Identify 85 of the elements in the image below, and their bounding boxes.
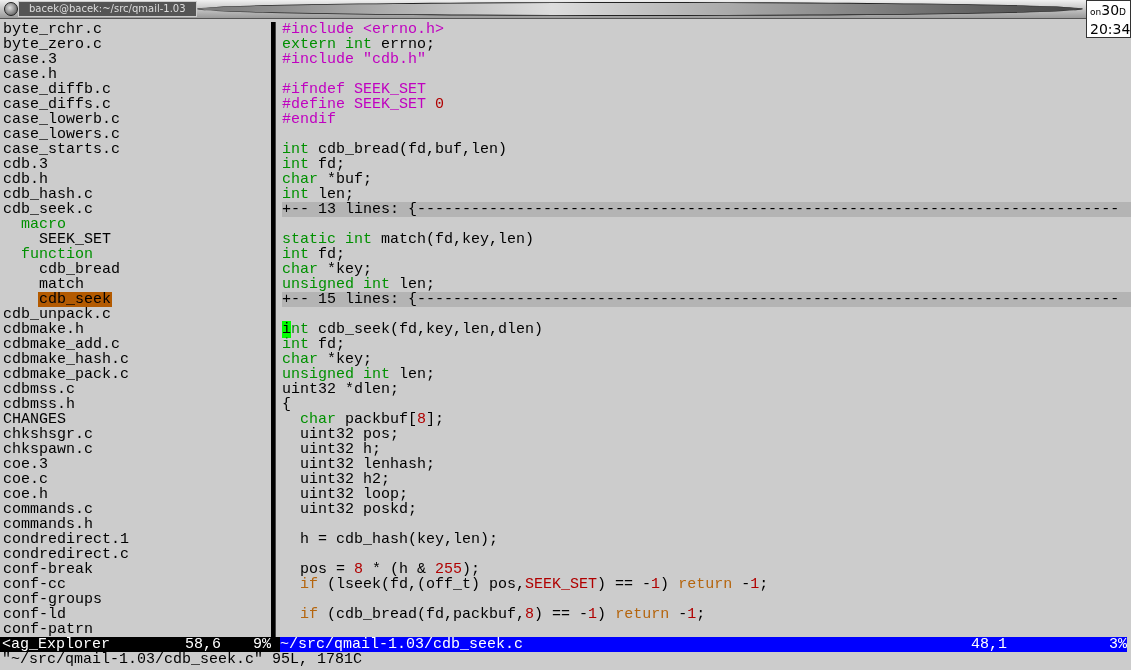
window-menu-icon[interactable] <box>4 2 18 16</box>
tree-item[interactable]: case_lowerb.c <box>2 112 122 127</box>
code-line: char *key; <box>282 262 373 277</box>
code-line: int fd; <box>282 157 346 172</box>
tree-item[interactable]: conf-groups <box>2 592 104 607</box>
tree-item[interactable]: match <box>38 277 85 292</box>
tree-item[interactable]: cdb_seek.c <box>2 202 94 217</box>
tree-item[interactable]: commands.h <box>2 517 94 532</box>
cursor-position: 48,1 <box>971 637 1007 652</box>
tree-item[interactable]: cdb_unpack.c <box>2 307 113 322</box>
tree-item[interactable]: cdbmss.c <box>2 382 76 397</box>
folded-lines[interactable]: +-- 13 lines: {------------------------------------------------------------------------------ <box>282 202 1131 217</box>
tree-item[interactable]: CHANGES <box>2 412 67 427</box>
tree-item[interactable]: cdbmss.h <box>2 397 76 412</box>
tree-item[interactable]: cdb_hash.c <box>2 187 94 202</box>
tree-item[interactable]: case.h <box>2 67 58 82</box>
tree-item[interactable]: conf-ld <box>2 607 67 622</box>
tree-item[interactable]: coe.3 <box>2 457 49 472</box>
tree-item[interactable]: byte_rchr.c <box>2 22 104 37</box>
tree-item[interactable]: coe.h <box>2 487 49 502</box>
file-path: ~/src/qmail-1.03/cdb_seek.c <box>280 637 524 652</box>
tree-item[interactable]: cdbmake_pack.c <box>2 367 131 382</box>
code-line: uint32 *dlen; <box>282 382 400 397</box>
code-line: #ifndef SEEK_SET <box>282 82 427 97</box>
tree-item[interactable]: cdb.3 <box>2 157 49 172</box>
tree-item[interactable]: condredirect.1 <box>2 532 131 547</box>
cursor-position: 58,6 <box>185 637 221 652</box>
scroll-percent: 9% <box>253 637 272 652</box>
code-line: static int match(fd,key,len) <box>282 232 535 247</box>
code-line: uint32 h; <box>299 442 382 457</box>
folded-lines[interactable]: +-- 15 lines: {------------------------------------------------------------------------------ <box>282 292 1131 307</box>
code-line: { <box>282 397 291 412</box>
code-line: int fd; <box>282 247 346 262</box>
code-line: if (cdb_bread(fd,packbuf,8) == -1) return -1; <box>299 607 706 622</box>
code-line: int cdb_seek(fd,key,len,dlen) <box>282 322 544 337</box>
message-line: "~/src/qmail-1.03/cdb_seek.c" 95L, 1781C <box>1 652 364 667</box>
clock-month: D <box>1119 7 1126 19</box>
code-line: unsigned int len; <box>282 277 436 292</box>
tree-item[interactable]: case_lowers.c <box>2 127 122 142</box>
code-line: char *key; <box>282 352 373 367</box>
code-line: #include "cdb.h" <box>282 52 427 67</box>
code-line: int len; <box>282 187 355 202</box>
tree-item[interactable]: case_diffs.c <box>2 97 113 112</box>
tree-item[interactable]: chkshsgr.c <box>2 427 94 442</box>
buffer-name: <ag_Explorer <box>2 637 111 652</box>
tree-item[interactable]: coe.c <box>2 472 49 487</box>
clock-time: 20:34 <box>1090 20 1130 37</box>
tree-item[interactable]: cdb_bread <box>38 262 121 277</box>
code-line: uint32 loop; <box>299 487 409 502</box>
code-line: #include <errno.h> <box>282 22 445 37</box>
tree-item[interactable]: conf-break <box>2 562 94 577</box>
clock-day: 30 <box>1101 1 1120 19</box>
tree-item[interactable]: cdbmake_add.c <box>2 337 122 352</box>
scroll-percent: 3% <box>1108 637 1127 652</box>
code-line: #define SEEK_SET 0 <box>282 97 445 112</box>
code-line: pos = 8 * (h & 255); <box>299 562 481 577</box>
tree-item[interactable]: cdbmake.h <box>2 322 85 337</box>
code-line: if (lseek(fd,(off_t) pos,SEEK_SET) == -1) return -1; <box>299 577 769 592</box>
code-line: unsigned int len; <box>282 367 436 382</box>
clock-weekday: on <box>1090 7 1102 19</box>
code-line: uint32 lenhash; <box>299 457 436 472</box>
window-title: bacek@bacek:~/src/qmail-1.03 <box>18 1 197 17</box>
tree-item[interactable]: chkspawn.c <box>2 442 94 457</box>
tree-item[interactable]: SEEK_SET <box>38 232 112 247</box>
tree-item[interactable]: condredirect.c <box>2 547 131 562</box>
tree-item[interactable]: case_starts.c <box>2 142 122 157</box>
tree-item[interactable]: cdb.h <box>2 172 49 187</box>
code-line: extern int errno; <box>282 37 436 52</box>
code-line: int fd; <box>282 337 346 352</box>
tree-item[interactable]: commands.c <box>2 502 94 517</box>
tree-item[interactable]: case.3 <box>2 52 58 67</box>
tree-item[interactable]: case_diffb.c <box>2 82 113 97</box>
code-line: char packbuf[8]; <box>299 412 445 427</box>
code-line: char *buf; <box>282 172 373 187</box>
tree-item[interactable]: conf-patrn <box>2 622 94 637</box>
code-line: uint32 poskd; <box>299 502 418 517</box>
tree-item[interactable]: conf-cc <box>2 577 67 592</box>
tree-item[interactable]: byte_zero.c <box>2 37 104 52</box>
tree-item[interactable]: cdbmake_hash.c <box>2 352 131 367</box>
code-line: uint32 pos; <box>299 427 400 442</box>
code-line: h = cdb_hash(key,len); <box>299 532 499 547</box>
code-line: #endif <box>282 112 336 127</box>
code-line: int cdb_bread(fd,buf,len) <box>282 142 508 157</box>
code-line: uint32 h2; <box>299 472 391 487</box>
tree-item[interactable]: cdb_seek <box>38 292 112 307</box>
